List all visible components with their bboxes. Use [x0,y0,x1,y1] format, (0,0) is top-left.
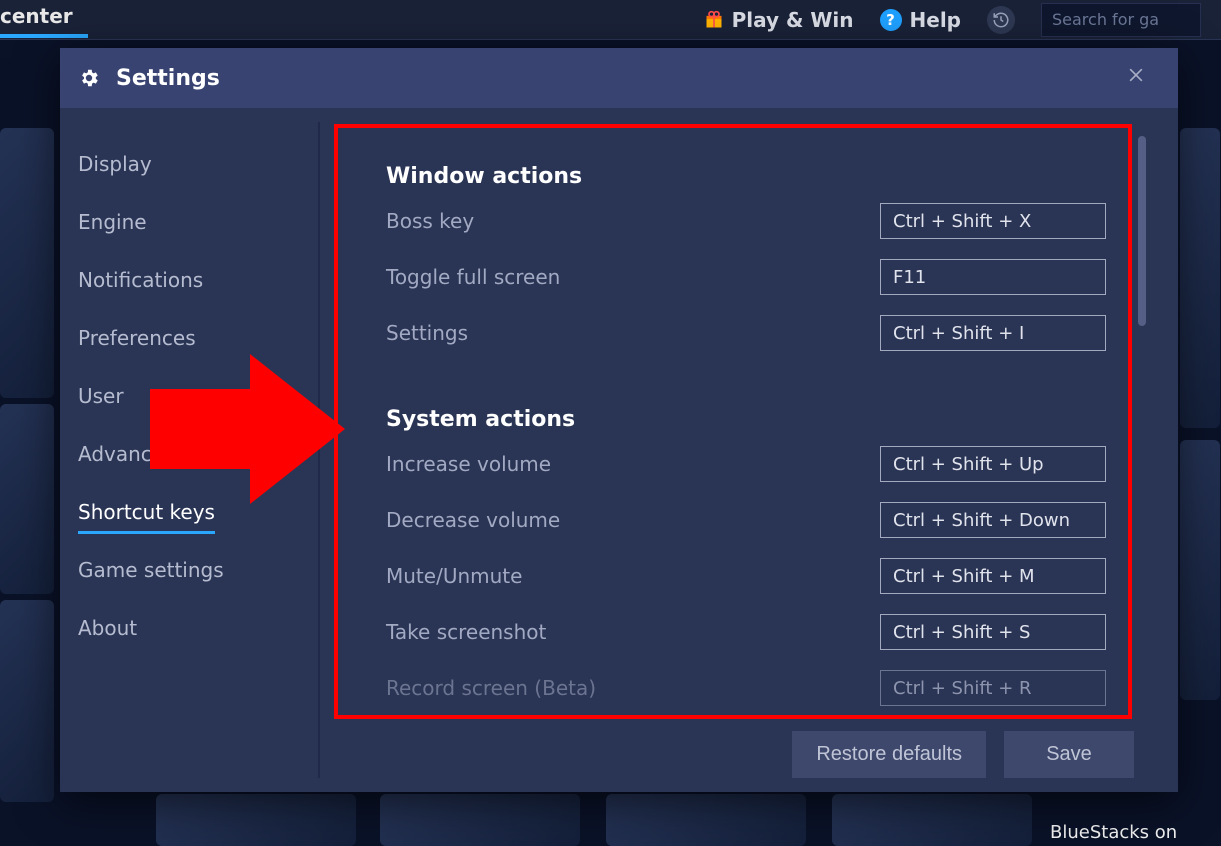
shortcut-field-toggle-fullscreen[interactable]: F11 [880,259,1106,295]
bg-bluestacks-label: BlueStacks on [1050,822,1177,843]
topbar-center-underline [0,34,88,38]
shortcut-field-take-screenshot[interactable]: Ctrl + Shift + S [880,614,1106,650]
sidebar-item-notifications[interactable]: Notifications [78,254,203,306]
scrollbar-thumb[interactable] [1138,136,1146,326]
restore-defaults-button[interactable]: Restore defaults [792,731,986,778]
row-label: Mute/Unmute [386,564,522,588]
section-system-actions-title: System actions [386,407,1106,432]
sidebar-item-label: Advanced [78,442,177,466]
sidebar-item-label: Preferences [78,326,196,350]
gear-icon [78,67,100,89]
sidebar-item-label: Display [78,152,152,176]
row-label: Increase volume [386,452,551,476]
history-icon[interactable] [987,6,1015,34]
settings-modal: Settings Display Engine Notifications Pr… [60,48,1178,792]
row-record-screen: Record screen (Beta) Ctrl + Shift + R [386,670,1106,706]
topbar-center-label: center [0,4,73,28]
sidebar-item-shortcut-keys[interactable]: Shortcut keys [78,486,215,538]
play-and-win-link[interactable]: Play & Win [704,8,854,32]
shortcut-value: Ctrl + Shift + X [893,211,1031,232]
shortcut-field-boss-key[interactable]: Ctrl + Shift + X [880,203,1106,239]
sidebar-item-display[interactable]: Display [78,138,152,190]
row-settings: Settings Ctrl + Shift + I [386,315,1106,351]
help-label: Help [910,8,961,32]
modal-title: Settings [116,66,220,91]
sidebar-item-label: Shortcut keys [78,500,215,524]
sidebar-item-label: Game settings [78,558,224,582]
row-mute-unmute: Mute/Unmute Ctrl + Shift + M [386,558,1106,594]
sidebar-item-advanced[interactable]: Advanced [78,428,177,480]
shortcut-field-record-screen[interactable]: Ctrl + Shift + R [880,670,1106,706]
play-and-win-label: Play & Win [732,8,854,32]
settings-sidebar: Display Engine Notifications Preferences… [60,108,318,792]
shortcut-value: Ctrl + Shift + Up [893,454,1044,475]
app-topbar: center Play & Win ? Help Search for ga [0,0,1221,40]
sidebar-item-engine[interactable]: Engine [78,196,147,248]
sidebar-item-game-settings[interactable]: Game settings [78,544,224,596]
shortcut-value: Ctrl + Shift + S [893,622,1030,643]
row-take-screenshot: Take screenshot Ctrl + Shift + S [386,614,1106,650]
row-boss-key: Boss key Ctrl + Shift + X [386,203,1106,239]
row-label: Boss key [386,209,474,233]
help-link[interactable]: ? Help [880,8,961,32]
sidebar-item-label: User [78,384,124,408]
sidebar-item-about[interactable]: About [78,602,137,654]
shortcut-value: Ctrl + Shift + R [893,678,1032,699]
row-decrease-volume: Decrease volume Ctrl + Shift + Down [386,502,1106,538]
close-button[interactable] [1120,59,1152,97]
section-window-actions-title: Window actions [386,164,1106,189]
row-label: Toggle full screen [386,265,560,289]
row-label: Record screen (Beta) [386,676,596,700]
sidebar-item-user[interactable]: User [78,370,124,422]
highlight-box: Window actions Boss key Ctrl + Shift + X… [334,124,1132,719]
sidebar-item-label: About [78,616,137,640]
row-label: Decrease volume [386,508,560,532]
settings-main: Window actions Boss key Ctrl + Shift + X… [320,108,1178,792]
sidebar-item-label: Engine [78,210,147,234]
row-increase-volume: Increase volume Ctrl + Shift + Up [386,446,1106,482]
shortcut-value: Ctrl + Shift + M [893,566,1035,587]
close-icon [1126,65,1146,85]
help-icon: ? [880,9,902,31]
shortcut-value: Ctrl + Shift + Down [893,510,1070,531]
search-placeholder: Search for ga [1052,10,1159,29]
shortcut-field-increase-volume[interactable]: Ctrl + Shift + Up [880,446,1106,482]
shortcut-field-settings[interactable]: Ctrl + Shift + I [880,315,1106,351]
row-label: Settings [386,321,468,345]
sidebar-item-preferences[interactable]: Preferences [78,312,196,364]
row-label: Take screenshot [386,620,546,644]
shortcut-value: F11 [893,267,926,288]
gift-icon [704,10,724,30]
modal-titlebar: Settings [60,48,1178,108]
shortcut-field-decrease-volume[interactable]: Ctrl + Shift + Down [880,502,1106,538]
save-button[interactable]: Save [1004,731,1134,778]
row-toggle-fullscreen: Toggle full screen F11 [386,259,1106,295]
search-input[interactable]: Search for ga [1041,3,1201,37]
shortcut-value: Ctrl + Shift + I [893,323,1024,344]
shortcut-field-mute-unmute[interactable]: Ctrl + Shift + M [880,558,1106,594]
sidebar-item-label: Notifications [78,268,203,292]
